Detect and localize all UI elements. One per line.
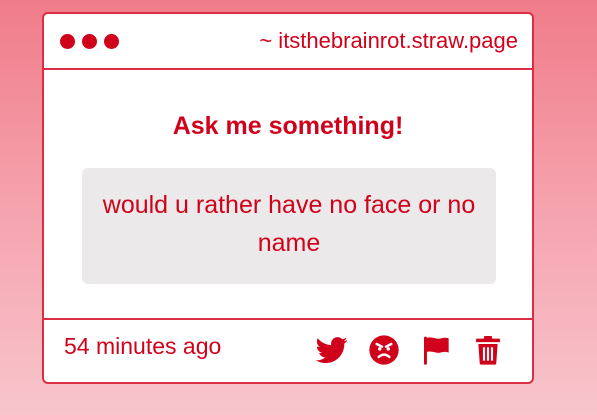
twitter-icon[interactable] xyxy=(316,334,348,366)
trash-icon[interactable] xyxy=(472,334,504,366)
card-footer: 54 minutes ago xyxy=(44,318,532,382)
question-text: would u rather have no face or no name xyxy=(82,168,496,284)
action-bar xyxy=(316,334,504,366)
page-title: Ask me something! xyxy=(172,112,404,140)
flag-icon[interactable] xyxy=(420,334,452,366)
timestamp: 54 minutes ago xyxy=(64,333,222,359)
window-dot[interactable] xyxy=(104,34,119,49)
window-titlebar: ~ itsthebrainrot.straw.page xyxy=(44,14,532,70)
window-dot[interactable] xyxy=(82,34,97,49)
angry-face-icon[interactable] xyxy=(368,334,400,366)
page-url[interactable]: ~ itsthebrainrot.straw.page xyxy=(259,28,518,54)
question-card: ~ itsthebrainrot.straw.page Ask me somet… xyxy=(42,12,534,384)
window-dot[interactable] xyxy=(60,34,75,49)
window-controls xyxy=(60,34,119,49)
